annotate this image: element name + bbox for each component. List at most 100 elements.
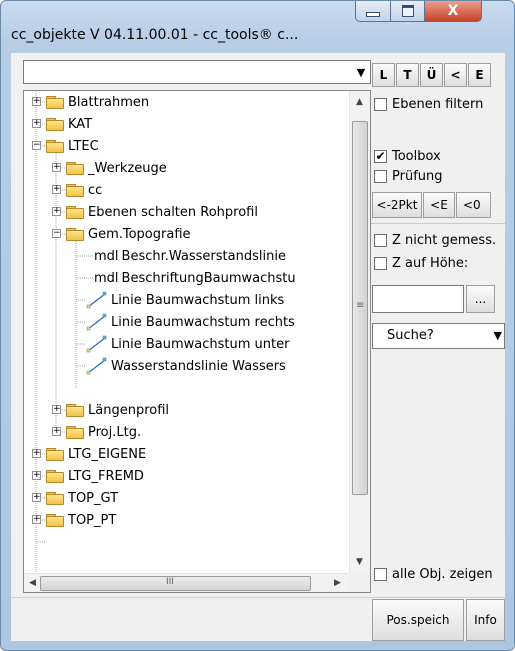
suche-dropdown[interactable]: Suche? ▼ [372, 323, 505, 349]
client-area: ▼ + Blattrahmen + KAT − LTEC + _Werkzeug… [11, 53, 505, 641]
tree-vertical-scrollbar[interactable]: ▲ ≡ ▼ [349, 91, 370, 573]
tree-item[interactable]: Ebenen schalten Rohprofil [66, 201, 258, 223]
tree-item[interactable]: Längenprofil [66, 399, 169, 421]
tree-item[interactable]: LTG_FREMD [46, 465, 144, 487]
tree-item-label: Gem.Topografie [88, 226, 191, 242]
object-combo[interactable]: ▼ [23, 60, 371, 84]
scroll-up-icon[interactable]: ▲ [356, 97, 363, 107]
expand-icon[interactable]: + [52, 427, 61, 436]
tree-item[interactable]: Proj.Ltg. [66, 421, 141, 443]
z-nicht-gemessen-checkbox[interactable]: Z nicht gemess. [374, 233, 496, 248]
scroll-left-icon[interactable]: ◀ [29, 578, 36, 588]
pos-speich-button[interactable]: Pos.speich [372, 599, 464, 641]
tree-item-label: Beschr.Wasserstandslinie [121, 248, 286, 264]
tree-item[interactable]: _Werkzeuge [66, 157, 167, 179]
nav-2pkt-button[interactable]: <-2Pkt [372, 192, 422, 218]
tree-item[interactable]: TOP_PT [46, 509, 116, 531]
tree-item[interactable]: mdl BeschriftungBaumwachstu [94, 267, 296, 289]
tree-item[interactable]: Gem.Topografie [66, 223, 191, 245]
close-button[interactable]: X [425, 1, 482, 22]
tree-item[interactable]: LTEC [46, 135, 99, 157]
ebenen-filtern-checkbox[interactable]: Ebenen filtern [374, 97, 483, 112]
tree-item-label: LTEC [68, 138, 99, 154]
chevron-down-icon[interactable]: ▼ [352, 61, 370, 83]
toolbar-button-e[interactable]: E [468, 63, 491, 87]
folder-icon [46, 469, 64, 483]
toolbar-button-ue[interactable]: Ü [420, 63, 443, 87]
close-icon: X [447, 3, 459, 19]
ebenen-filtern-box[interactable] [374, 98, 387, 111]
nav-0-button[interactable]: <0 [456, 192, 491, 218]
toolbar-button-t[interactable]: T [396, 63, 419, 87]
folder-icon [46, 491, 64, 505]
folder-icon [46, 447, 64, 461]
pruefung-checkbox[interactable]: Prüfung [374, 169, 443, 184]
folder-icon [66, 403, 84, 417]
tree-item-label: KAT [68, 116, 93, 132]
tree-item[interactable]: Wasserstandslinie Wassers [86, 355, 286, 377]
tree-item-label: Längenprofil [88, 402, 170, 418]
tree-item[interactable]: mdl Beschr.Wasserstandslinie [94, 245, 286, 267]
toolbox-box[interactable]: ✔ [374, 150, 387, 163]
tree-item-label: cc [88, 182, 103, 198]
tree-item[interactable]: Linie Baumwachstum rechts [86, 311, 295, 333]
maximize-button[interactable] [391, 1, 425, 22]
expand-icon[interactable]: + [32, 493, 41, 502]
expand-icon[interactable]: + [52, 185, 61, 194]
alle-obj-zeigen-box[interactable] [374, 568, 387, 581]
object-tree[interactable]: + Blattrahmen + KAT − LTEC + _Werkzeuge + cc + Eben… [23, 90, 371, 593]
pruefung-box[interactable] [374, 170, 387, 183]
tree-item[interactable]: TOP_GT [46, 487, 118, 509]
alle-obj-zeigen-label: alle Obj. zeigen [392, 567, 493, 582]
tree-item-label: Linie Baumwachstum unter [111, 336, 290, 352]
toolbox-checkbox[interactable]: ✔ Toolbox [374, 149, 441, 164]
expand-icon[interactable]: + [32, 471, 41, 480]
nav-e-button[interactable]: <E [423, 192, 455, 218]
tree-item-label: TOP_PT [68, 512, 117, 528]
mdl-icon: mdl [94, 270, 119, 286]
toolbar-button-less[interactable]: < [444, 63, 467, 87]
folder-icon [66, 161, 84, 175]
expand-icon[interactable]: + [32, 119, 41, 128]
scroll-down-icon[interactable]: ▼ [356, 557, 363, 567]
tree-vertical-scroll-thumb[interactable]: ≡ [352, 121, 368, 495]
expand-icon[interactable]: + [32, 515, 41, 524]
tree-item-label: Proj.Ltg. [88, 424, 142, 440]
minimize-button[interactable] [355, 1, 391, 22]
scroll-right-icon[interactable]: ▶ [334, 578, 341, 588]
z-auf-hoehe-checkbox[interactable]: Z auf Höhe: [374, 256, 468, 271]
folder-icon [66, 183, 84, 197]
tree-item[interactable]: cc [66, 179, 102, 201]
expand-icon[interactable]: + [52, 207, 61, 216]
tree-item-label: BeschriftungBaumwachstu [121, 270, 296, 286]
z-nicht-gemessen-box[interactable] [374, 234, 387, 247]
tree-horizontal-scroll-thumb[interactable]: III [40, 576, 311, 591]
chevron-down-icon[interactable]: ▼ [494, 329, 502, 342]
expand-icon[interactable]: + [52, 405, 61, 414]
expand-icon[interactable]: + [32, 97, 41, 106]
expand-icon[interactable]: + [32, 449, 41, 458]
alle-obj-zeigen-checkbox[interactable]: alle Obj. zeigen [374, 567, 493, 582]
toolbar-button-l[interactable]: L [372, 63, 395, 87]
scroll-corner [349, 573, 370, 592]
tree-item[interactable]: Linie Baumwachstum unter [86, 333, 289, 355]
collapse-icon[interactable]: − [32, 141, 41, 150]
z-auf-hoehe-box[interactable] [374, 257, 387, 270]
tree-item[interactable]: LTG_EIGENE [46, 443, 146, 465]
tree-item[interactable]: Linie Baumwachstum links [86, 289, 284, 311]
info-button[interactable]: Info [466, 599, 505, 641]
tree-horizontal-scrollbar[interactable]: ◀ III ▶ [24, 573, 349, 592]
value-input[interactable] [372, 285, 464, 313]
folder-icon [46, 513, 64, 527]
tree-item-label: _Werkzeuge [88, 160, 167, 176]
tree-item[interactable]: KAT [46, 113, 92, 135]
tree-item-label: Blattrahmen [68, 94, 150, 110]
line-icon [86, 313, 107, 331]
z-nicht-gemessen-label: Z nicht gemess. [392, 233, 497, 248]
window-controls: X [355, 1, 482, 23]
tree-item[interactable]: Blattrahmen [46, 91, 149, 113]
browse-button[interactable]: ... [466, 285, 495, 313]
line-icon [86, 291, 107, 309]
expand-icon[interactable]: + [52, 163, 61, 172]
collapse-icon[interactable]: − [52, 229, 61, 238]
